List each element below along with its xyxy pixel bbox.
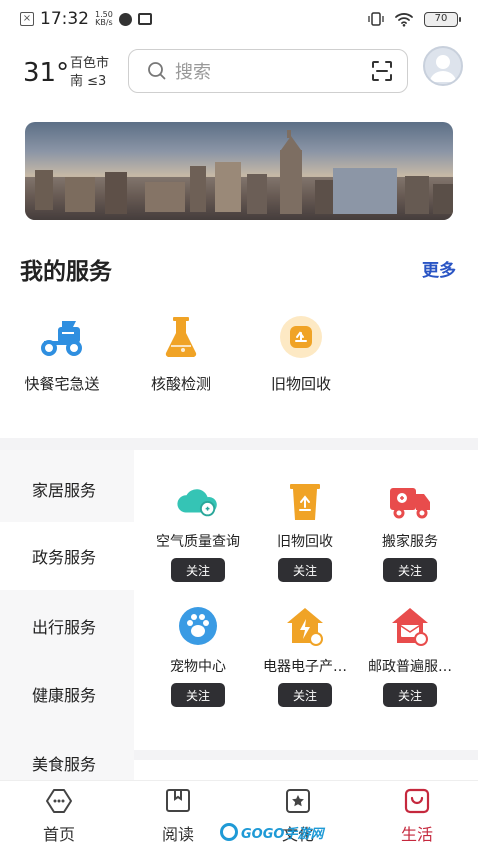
paw-icon: [176, 604, 220, 648]
my-services-title: 我的服务: [20, 259, 112, 285]
wind-info: 南 ≤3: [70, 74, 107, 89]
star-box-icon: [284, 787, 312, 815]
nav-read[interactable]: 阅读: [138, 787, 218, 845]
watermark-text: GOGO手游网: [241, 826, 324, 842]
temperature: 31°: [23, 58, 70, 88]
recycle-bin-icon: [278, 314, 324, 360]
my-service-nucleic-test[interactable]: 核酸检测: [136, 314, 226, 394]
content-divider: [134, 750, 478, 760]
category-home[interactable]: 家居服务: [0, 455, 134, 523]
category-government[interactable]: 政务服务: [0, 522, 134, 590]
category-travel[interactable]: 出行服务: [0, 592, 134, 660]
book-icon: [164, 787, 192, 815]
grid-item-air-quality[interactable]: 空气质量查询 关注: [143, 479, 253, 582]
bag-smile-icon: [403, 787, 431, 815]
home-chat-icon: [45, 787, 73, 815]
grid-item-postal[interactable]: 邮政普遍服… 关注: [355, 604, 465, 707]
grid-item-label: 邮政普遍服…: [368, 659, 452, 675]
follow-button[interactable]: 关注: [278, 683, 332, 707]
wifi-icon: [395, 13, 413, 27]
search-input[interactable]: 搜索: [128, 49, 408, 93]
nav-life[interactable]: 生活: [377, 787, 457, 845]
watermark-logo-icon: [220, 823, 238, 841]
speed-unit: KB/s: [95, 18, 113, 27]
battery-indicator: 70: [424, 11, 461, 27]
follow-button[interactable]: 关注: [383, 683, 437, 707]
category-health[interactable]: 健康服务: [0, 660, 134, 728]
grid-item-label: 搬家服务: [382, 534, 438, 550]
search-placeholder: 搜索: [175, 62, 211, 83]
image-notification-icon: [137, 13, 152, 25]
weather-location: 百色市 南 ≤3: [70, 55, 109, 91]
grid-item-recycle[interactable]: 旧物回收 关注: [250, 479, 360, 582]
grid-item-label: 宠物中心: [170, 659, 226, 675]
city-name: 百色市: [70, 56, 110, 71]
grid-item-electronics[interactable]: 电器电子产… 关注: [250, 604, 360, 707]
nav-label: 首页: [42, 825, 75, 844]
user-avatar-icon: [430, 55, 456, 82]
app-notification-icon: [118, 12, 132, 26]
city-skyline-image: [25, 130, 453, 220]
electric-home-icon: [283, 604, 327, 648]
nav-home[interactable]: 首页: [19, 787, 99, 845]
cloud-air-icon: [176, 479, 220, 523]
my-service-label: 旧物回收: [270, 375, 331, 393]
flask-icon: [158, 314, 204, 360]
status-bar: × 17:32 1.50 KB/s 70: [0, 0, 478, 38]
network-speed: 1.50 KB/s: [95, 11, 113, 27]
grid-item-label: 空气质量查询: [156, 534, 240, 550]
vibrate-icon: [368, 12, 384, 26]
avatar[interactable]: [423, 46, 463, 86]
follow-button[interactable]: 关注: [383, 558, 437, 582]
recycle-bin-icon: [283, 479, 327, 523]
my-service-delivery[interactable]: 快餐宅急送: [17, 314, 107, 394]
city-banner[interactable]: [25, 122, 453, 220]
my-service-recycle[interactable]: 旧物回收: [256, 314, 346, 394]
status-time: 17:32: [40, 9, 89, 29]
search-icon: [148, 62, 166, 80]
watermark: GOGO手游网: [220, 818, 330, 846]
follow-button[interactable]: 关注: [171, 558, 225, 582]
header: 31° 百色市 南 ≤3 搜索: [0, 46, 478, 96]
moving-truck-icon: [388, 479, 432, 523]
grid-item-label: 旧物回收: [277, 534, 333, 550]
my-service-label: 核酸检测: [150, 375, 211, 393]
grid-item-moving[interactable]: 搬家服务 关注: [355, 479, 465, 582]
mail-home-icon: [388, 604, 432, 648]
delivery-scooter-icon: [39, 314, 85, 360]
nav-label: 生活: [400, 825, 433, 844]
follow-button[interactable]: 关注: [278, 558, 332, 582]
scan-icon[interactable]: [371, 60, 393, 82]
my-service-label: 快餐宅急送: [24, 375, 100, 393]
nav-label: 阅读: [161, 825, 194, 844]
grid-item-pet-center[interactable]: 宠物中心 关注: [143, 604, 253, 707]
section-divider: [0, 438, 478, 450]
grid-item-label: 电器电子产…: [263, 659, 347, 675]
more-link[interactable]: 更多: [422, 256, 456, 281]
notification-x-icon: ×: [20, 12, 34, 26]
follow-button[interactable]: 关注: [171, 683, 225, 707]
